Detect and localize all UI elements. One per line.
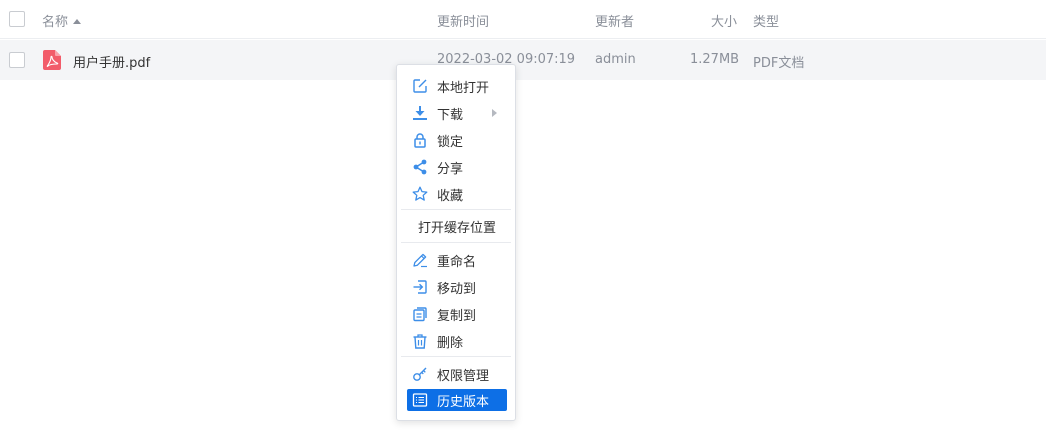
file-list-header: 名称 更新时间 更新者 大小 类型 <box>0 0 1046 39</box>
menu-item-rename[interactable]: 重命名 <box>407 249 507 271</box>
select-all-checkbox[interactable] <box>9 11 25 27</box>
column-type-header[interactable]: 类型 <box>753 11 779 30</box>
star-icon <box>412 186 428 201</box>
menu-item-history-version[interactable]: 历史版本 <box>407 389 507 411</box>
row-checkbox[interactable] <box>9 52 25 68</box>
column-name-label: 名称 <box>42 15 69 30</box>
menu-item-delete[interactable]: 删除 <box>407 330 507 352</box>
menu-item-favorite[interactable]: 收藏 <box>407 183 507 205</box>
move-to-icon <box>413 280 427 294</box>
menu-item-label: 复制到 <box>437 308 477 324</box>
menu-item-label: 收藏 <box>437 188 464 204</box>
file-type: PDF文档 <box>753 56 805 71</box>
menu-item-copy-to[interactable]: 复制到 <box>407 303 507 325</box>
sort-ascending-icon[interactable] <box>73 19 82 24</box>
lock-icon <box>414 133 426 148</box>
pdf-file-icon <box>43 50 61 70</box>
file-size: 1.27MB <box>690 52 740 67</box>
menu-divider <box>401 242 511 243</box>
column-size-header[interactable]: 大小 <box>711 11 737 30</box>
file-updater: admin <box>595 52 636 67</box>
submenu-arrow-icon <box>492 109 497 117</box>
menu-item-label: 移动到 <box>437 281 477 297</box>
column-name-header[interactable]: 名称 <box>42 11 82 30</box>
edit-open-icon <box>413 79 427 93</box>
menu-item-label: 打开缓存位置 <box>417 220 496 236</box>
key-icon <box>413 367 427 381</box>
menu-item-label: 重命名 <box>437 254 477 270</box>
download-icon <box>413 106 427 120</box>
menu-item-move-to[interactable]: 移动到 <box>407 276 507 298</box>
menu-item-label: 本地打开 <box>437 80 490 96</box>
column-updated-time-header[interactable]: 更新时间 <box>437 11 489 30</box>
pencil-icon <box>413 253 427 268</box>
context-menu: 本地打开 下载 锁定 分享 收藏 打开缓存位置 重命名 移动到 复制到 删除 权… <box>396 64 516 421</box>
menu-item-label: 下载 <box>437 107 464 123</box>
menu-item-share[interactable]: 分享 <box>407 156 507 178</box>
column-updater-header[interactable]: 更新者 <box>595 11 634 30</box>
menu-divider <box>401 356 511 357</box>
trash-icon <box>413 334 427 349</box>
menu-item-label: 历史版本 <box>437 394 490 410</box>
menu-item-label: 锁定 <box>437 134 464 150</box>
menu-divider <box>401 209 511 210</box>
menu-item-download[interactable]: 下载 <box>407 102 507 124</box>
copy-icon <box>413 307 427 322</box>
file-name[interactable]: 用户手册.pdf <box>73 52 150 71</box>
menu-item-permissions[interactable]: 权限管理 <box>407 363 507 385</box>
menu-item-label: 权限管理 <box>437 368 490 384</box>
history-version-icon <box>412 393 428 407</box>
menu-item-open-local[interactable]: 本地打开 <box>407 75 507 97</box>
share-icon <box>413 159 427 175</box>
menu-item-open-cache-location[interactable]: 打开缓存位置 <box>407 215 507 237</box>
menu-item-lock[interactable]: 锁定 <box>407 129 507 151</box>
table-row[interactable]: 用户手册.pdf 2022-03-02 09:07:19 admin 1.27M… <box>0 40 1046 80</box>
menu-item-label: 删除 <box>437 335 464 351</box>
menu-item-label: 分享 <box>437 161 464 177</box>
